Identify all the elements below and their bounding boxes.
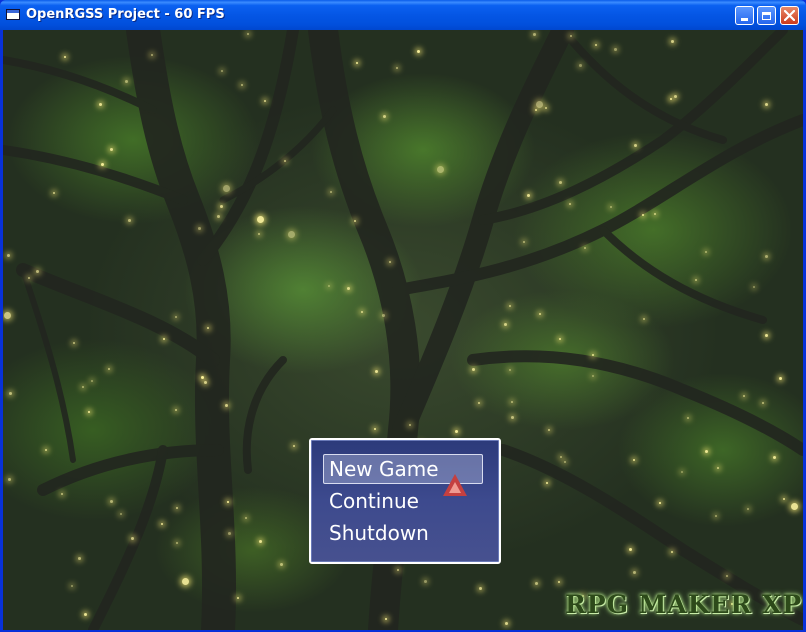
title-command-window: New Game Continue Shutdown [309,438,501,564]
maximize-icon [762,11,771,20]
maximize-button[interactable] [757,6,776,25]
title-bar[interactable]: OpenRGSS Project - 60 FPS [0,0,806,30]
minimize-icon [741,18,748,21]
minimize-button[interactable] [735,6,754,25]
menu-item-new-game[interactable]: New Game [329,455,439,483]
rpg-maker-logo: RPG MAKER XP [565,590,803,619]
menu-item-shutdown[interactable]: Shutdown [329,519,429,547]
game-window: OpenRGSS Project - 60 FPS RPG MAKER XP N… [0,0,806,632]
pointer-arrow-highlight [449,482,461,493]
close-icon [784,10,795,21]
window-title: OpenRGSS Project - 60 FPS [26,7,225,22]
close-button[interactable] [780,6,799,25]
game-screen[interactable]: RPG MAKER XP New Game Continue Shutdown [3,30,803,630]
app-window-icon [6,9,20,20]
menu-item-continue[interactable]: Continue [329,487,419,515]
